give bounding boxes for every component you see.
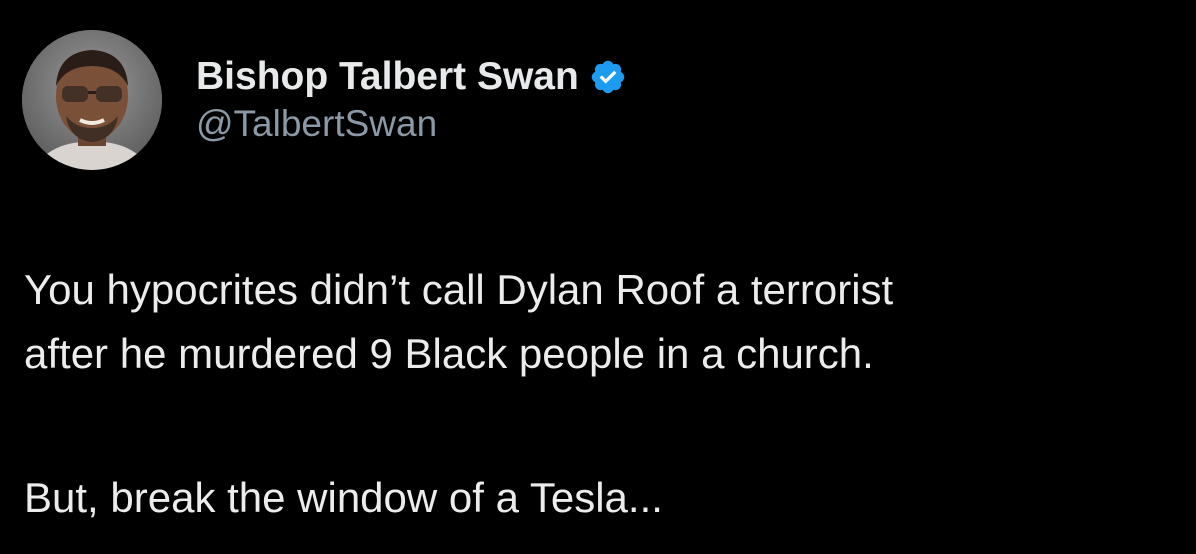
- tweet-text-line: You hypocrites didn’t call Dylan Roof a …: [24, 266, 894, 313]
- tweet-card: Bishop Talbert Swan @TalbertSwan You hyp…: [0, 0, 1196, 554]
- author-names: Bishop Talbert Swan @TalbertSwan: [196, 30, 627, 170]
- tweet-text-line: after he murdered 9 Black people in a ch…: [24, 330, 874, 377]
- display-name[interactable]: Bishop Talbert Swan: [196, 54, 579, 100]
- name-row: Bishop Talbert Swan: [196, 54, 627, 100]
- tweet-header: Bishop Talbert Swan @TalbertSwan: [22, 30, 627, 170]
- tweet-text: You hypocrites didn’t call Dylan Roof a …: [24, 258, 1184, 530]
- avatar-photo: [22, 30, 162, 170]
- verified-badge-icon: [589, 58, 627, 96]
- tweet-text-line: But, break the window of a Tesla...: [24, 474, 663, 521]
- avatar[interactable]: [22, 30, 162, 170]
- author-handle[interactable]: @TalbertSwan: [196, 102, 627, 146]
